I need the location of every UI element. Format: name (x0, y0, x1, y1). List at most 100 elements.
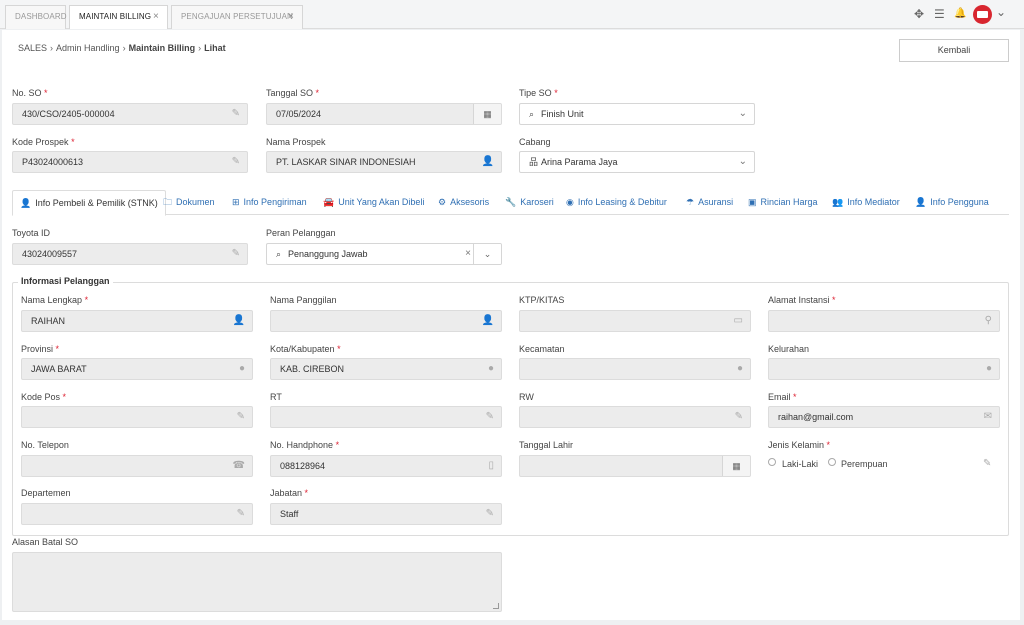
chevron-down-icon[interactable]: ⌄ (473, 244, 501, 264)
tab-karoseri[interactable]: 🔧 Karoseri (505, 190, 554, 215)
provinsi-field[interactable]: JAWA BARAT ● (21, 358, 253, 380)
breadcrumb-maintain-billing[interactable]: Maintain Billing (129, 43, 196, 53)
jenis-kelamin-label: Jenis Kelamin * (768, 440, 831, 450)
wrench-icon: 🔧 (505, 197, 517, 207)
bell-icon[interactable]: 🔔 (954, 8, 966, 20)
resize-handle-icon[interactable] (493, 603, 499, 609)
tab-info-pembeli[interactable]: 👤 Info Pembeli & Pemilik (STNK) (12, 190, 166, 216)
globe-icon: ● (238, 363, 245, 374)
money-icon: ▣ (748, 197, 757, 207)
no-handphone-label: No. Handphone * (270, 440, 340, 450)
radio-laki-laki-label: Laki-Laki (782, 459, 819, 469)
envelope-icon: ✉ (983, 411, 992, 422)
tanggal-so-field[interactable]: 07/05/2024 ▦ (266, 103, 502, 125)
nama-panggilan-field[interactable]: 👤 (270, 310, 502, 332)
peran-pelanggan-select[interactable]: ⌕ Penanggung Jawab × ⌄ (266, 243, 502, 265)
back-button[interactable]: Kembali (899, 39, 1009, 62)
radio-laki-laki[interactable] (768, 458, 776, 466)
kode-prospek-label: Kode Prospek * (12, 137, 75, 147)
search-icon: ⌕ (529, 109, 535, 119)
ktp-label: KTP/KITAS (519, 295, 565, 305)
close-icon[interactable]: × (153, 6, 159, 28)
avatar[interactable] (973, 5, 992, 24)
menu-icon[interactable]: ☰ (934, 8, 945, 20)
rt-field[interactable]: ✎ (270, 406, 502, 428)
kode-prospek-field[interactable]: P43024000613 ✎ (12, 151, 248, 173)
chevron-down-icon[interactable]: ⌄ (739, 104, 747, 124)
tab-dokumen[interactable]: 🗀 Dokumen (163, 190, 215, 215)
tab-pengajuan-persetujuan[interactable]: PENGAJUAN PERSETUJUAN × (171, 5, 303, 29)
expand-icon[interactable]: ✥ (914, 8, 924, 20)
radio-perempuan[interactable] (828, 458, 836, 466)
tipe-so-select[interactable]: ⌕ Finish Unit ⌄ (519, 103, 755, 125)
radio-perempuan-label: Perempuan (841, 459, 888, 469)
jabatan-label: Jabatan * (270, 488, 309, 498)
toyota-id-field[interactable]: 43024009557 ✎ (12, 243, 248, 265)
tab-info-pengguna[interactable]: 👤 Info Pengguna (915, 190, 989, 215)
pencil-icon: ✎ (231, 156, 240, 167)
jabatan-field[interactable]: Staff ✎ (270, 503, 502, 525)
tab-rincian-harga[interactable]: ▣ Rincian Harga (748, 190, 818, 215)
tipe-so-label: Tipe SO * (519, 88, 558, 98)
breadcrumb-separator: › (198, 43, 202, 53)
departemen-field[interactable]: ✎ (21, 503, 253, 525)
eye-icon: ◉ (566, 197, 574, 207)
no-so-field[interactable]: 430/CSO/2405-000004 ✎ (12, 103, 248, 125)
kota-field[interactable]: KAB. CIREBON ● (270, 358, 502, 380)
folder-icon: 🗀 (163, 197, 173, 207)
tab-info-pengiriman[interactable]: ⊞ Info Pengiriman (232, 190, 307, 215)
rw-field[interactable]: ✎ (519, 406, 751, 428)
tanggal-lahir-field[interactable]: ▦ (519, 455, 751, 477)
provinsi-label: Provinsi * (21, 344, 60, 354)
nama-lengkap-label: Nama Lengkap * (21, 295, 89, 305)
no-handphone-field[interactable]: 088128964 ▯ (270, 455, 502, 477)
umbrella-icon: ☂ (686, 197, 695, 207)
users-icon: 👥 (832, 197, 844, 207)
departemen-label: Departemen (21, 488, 71, 498)
tab-pengajuan-label: PENGAJUAN PERSETUJUAN (181, 12, 293, 21)
breadcrumb: SALES › Admin Handling › Maintain Billing › Li… (18, 43, 226, 53)
kelurahan-field[interactable]: ● (768, 358, 1000, 380)
alasan-batal-textarea[interactable] (12, 552, 502, 612)
chevron-down-icon[interactable]: ⌄ (996, 6, 1006, 18)
ktp-field[interactable]: ▭ (519, 310, 751, 332)
email-field[interactable]: raihan@gmail.com ✉ (768, 406, 1000, 428)
kode-pos-field[interactable]: ✎ (21, 406, 253, 428)
rt-label: RT (270, 392, 282, 402)
nama-prospek-label: Nama Prospek (266, 137, 326, 147)
pencil-icon: ✎ (983, 458, 992, 469)
breadcrumb-admin-handling[interactable]: Admin Handling (56, 43, 120, 53)
tab-dashboard[interactable]: DASHBOARD (5, 5, 66, 29)
tanggal-so-label: Tanggal SO * (266, 88, 320, 98)
nama-prospek-field[interactable]: PT. LASKAR SINAR INDONESIAH 👤 (266, 151, 502, 173)
tab-aksesoris[interactable]: ⚙ Aksesoris (438, 190, 489, 215)
cabang-label: Cabang (519, 137, 551, 147)
peran-pelanggan-label: Peran Pelanggan (266, 228, 336, 238)
tab-unit-yang-akan-dibeli[interactable]: 🚘 Unit Yang Akan Dibeli (323, 190, 424, 215)
tab-maintain-billing[interactable]: MAINTAIN BILLING × (69, 5, 168, 29)
pencil-icon: ✎ (231, 108, 240, 119)
close-icon[interactable]: × (288, 6, 294, 28)
chevron-down-icon[interactable]: ⌄ (739, 152, 747, 172)
mobile-icon: ▯ (488, 460, 494, 471)
calendar-icon[interactable]: ▦ (722, 456, 750, 476)
tab-info-leasing[interactable]: ◉ Info Leasing & Debitur (566, 190, 667, 215)
alamat-instansi-field[interactable]: ⚲ (768, 310, 1000, 332)
calendar-icon[interactable]: ▦ (473, 104, 501, 124)
tab-maintain-billing-label: MAINTAIN BILLING (79, 12, 152, 21)
kecamatan-field[interactable]: ● (519, 358, 751, 380)
toyota-id-label: Toyota ID (12, 228, 51, 238)
map-pin-icon: ⚲ (984, 315, 992, 326)
tab-asuransi[interactable]: ☂ Asuransi (686, 190, 733, 215)
car-icon: 🚘 (323, 197, 335, 207)
nama-lengkap-field[interactable]: RAIHAN 👤 (21, 310, 253, 332)
cabang-select[interactable]: 品 Arina Parama Jaya ⌄ (519, 151, 755, 173)
map-icon: ⊞ (232, 197, 240, 207)
user-icon: 👤 (481, 156, 494, 167)
tab-info-mediator[interactable]: 👥 Info Mediator (832, 190, 900, 215)
breadcrumb-sales[interactable]: SALES (18, 43, 47, 53)
top-tab-bar: DASHBOARD MAINTAIN BILLING × PENGAJUAN PE… (0, 0, 1024, 29)
clear-icon[interactable]: × (465, 244, 471, 264)
tanggal-lahir-label: Tanggal Lahir (519, 440, 574, 450)
no-telepon-field[interactable]: ☎ (21, 455, 253, 477)
